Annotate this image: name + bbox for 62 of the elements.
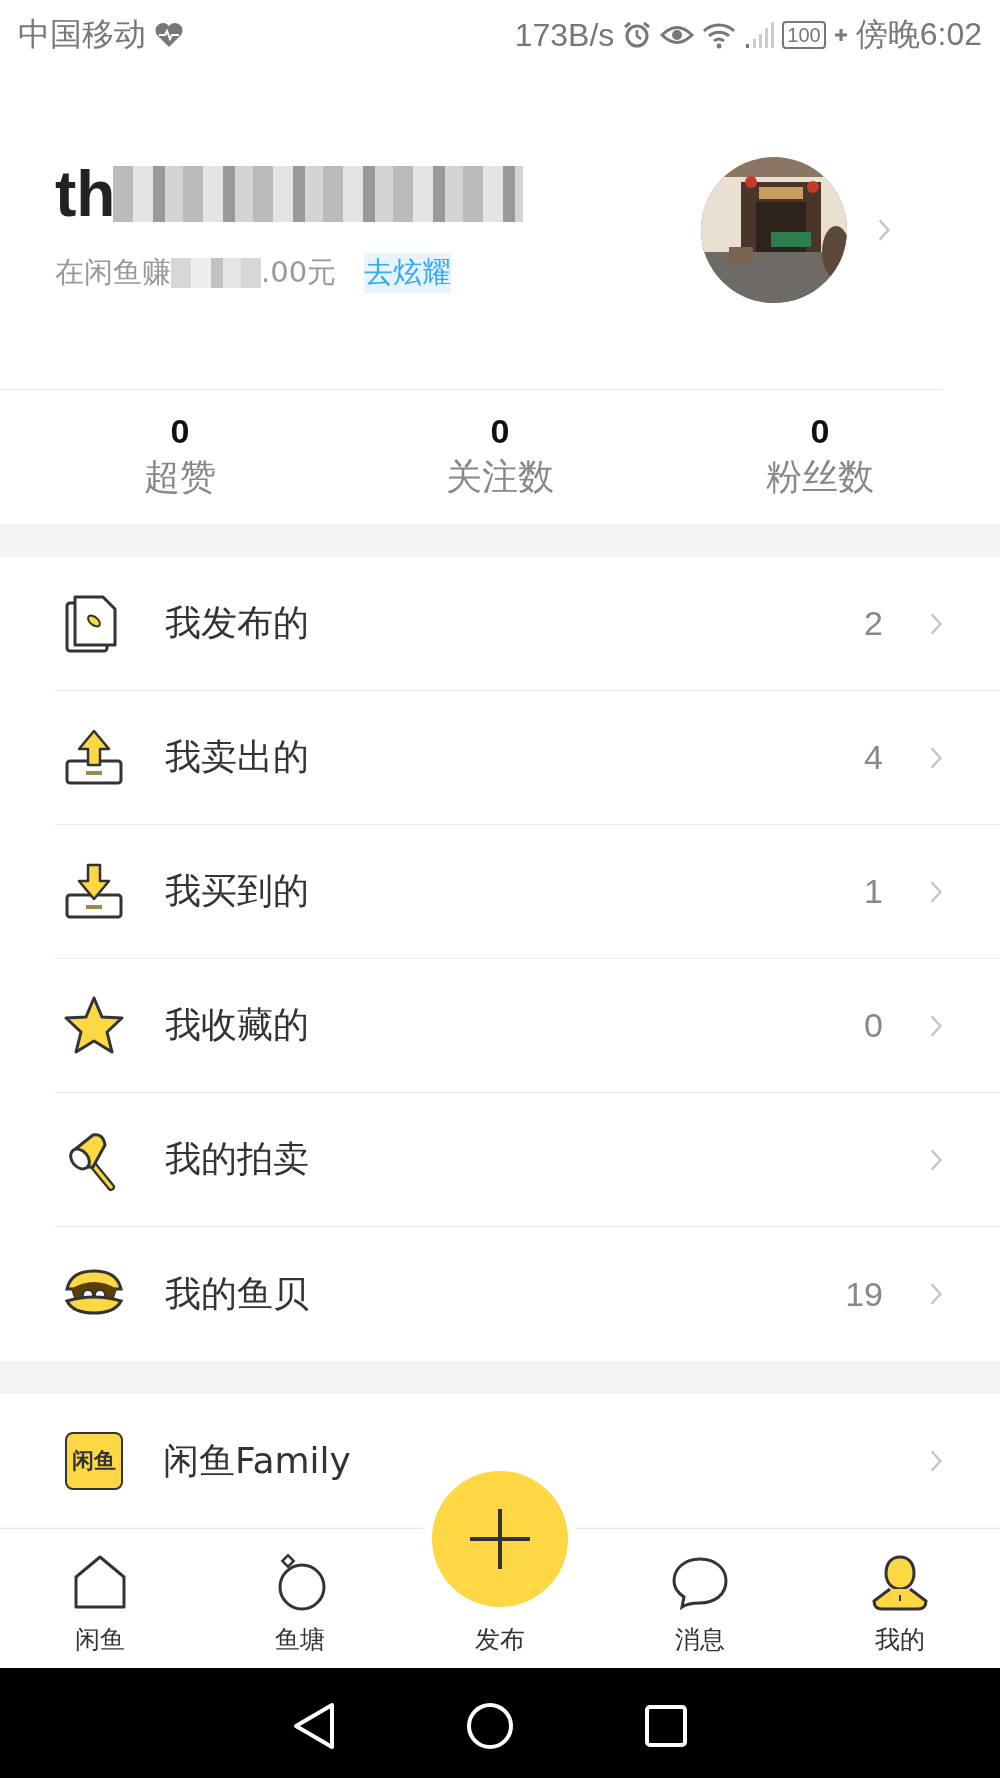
tab-label: 鱼塘 — [275, 1624, 325, 1656]
stat-label: 关注数 — [446, 455, 554, 499]
stat-label: 超赞 — [144, 455, 216, 499]
clock-time: 傍晚6:02 — [855, 15, 982, 54]
item-count: 19 — [845, 1274, 883, 1314]
menu-item[interactable]: 我卖出的 4 — [55, 691, 1000, 825]
square-icon — [644, 1704, 688, 1748]
stat-item[interactable]: 0 超赞 — [20, 390, 340, 524]
tab-item[interactable]: 闲鱼 — [0, 1529, 200, 1668]
stat-item[interactable]: 0 粉丝数 — [660, 390, 980, 524]
chevron-icon — [929, 1013, 943, 1038]
stat-count: 0 — [810, 412, 830, 451]
tab-label: 消息 — [675, 1624, 725, 1656]
chevron-icon — [929, 745, 943, 770]
chevron-icon — [929, 611, 943, 636]
stat-count: 0 — [170, 412, 190, 451]
item-count: 0 — [864, 1006, 883, 1045]
signal-icon — [744, 20, 775, 50]
chevron-icon — [877, 217, 891, 242]
back-icon — [292, 1702, 336, 1750]
chevron-icon — [929, 1449, 943, 1473]
person-icon — [870, 1553, 930, 1613]
charging-icon — [833, 28, 848, 42]
tab-item[interactable]: 我的 — [800, 1529, 1000, 1668]
chevron-icon — [929, 1147, 943, 1172]
menu-label: 我买到的 — [165, 869, 310, 913]
item-count: 1 — [864, 872, 883, 911]
tab-item[interactable]: 消息 — [600, 1529, 800, 1668]
item-count: 2 — [864, 604, 883, 643]
earnings-text: .00元 — [261, 253, 337, 291]
stat-count: 0 — [490, 412, 510, 451]
chevron-icon — [929, 1282, 943, 1306]
menu-item[interactable]: 我买到的 1 — [55, 825, 1000, 959]
wifi-icon — [702, 21, 737, 49]
menu-label: 我的拍卖 — [165, 1137, 310, 1181]
family-logo: 闲鱼 — [65, 1432, 123, 1490]
carrier-name: 中国移动 — [18, 15, 146, 54]
stat-item[interactable]: 0 关注数 — [340, 390, 660, 524]
menu-label: 我的鱼贝 — [165, 1271, 310, 1316]
chevron-icon — [929, 879, 943, 904]
item-count: 4 — [864, 738, 883, 777]
heart-icon — [154, 22, 184, 48]
battery-indicator: 100 — [782, 21, 826, 49]
stat-label: 粉丝数 — [766, 455, 874, 499]
tab-label: 发布 — [475, 1624, 525, 1656]
menu-label: 我发布的 — [165, 601, 310, 645]
menu-label: 闲鱼Family — [163, 1438, 352, 1483]
home-circle-icon — [466, 1702, 514, 1750]
tab-label: 闲鱼 — [75, 1624, 125, 1656]
username: th — [55, 156, 116, 231]
earnings-text: 在闲鱼赚 — [55, 253, 171, 291]
menu-item[interactable]: 我的拍卖 — [55, 1093, 1000, 1227]
plus-icon — [468, 1507, 532, 1571]
menu-item[interactable]: 我的鱼贝 19 — [55, 1227, 1000, 1361]
tab-item[interactable]: 鱼塘 — [200, 1529, 400, 1668]
menu-label: 我卖出的 — [165, 735, 310, 779]
tab-label: 我的 — [875, 1624, 925, 1656]
network-speed: 173B/s — [514, 16, 615, 54]
menu-item[interactable]: 我收藏的 0 — [55, 959, 1000, 1093]
alarm-icon — [622, 20, 653, 50]
menu-item[interactable]: 我发布的 2 — [55, 557, 1000, 691]
menu-label: 我收藏的 — [165, 1003, 310, 1047]
